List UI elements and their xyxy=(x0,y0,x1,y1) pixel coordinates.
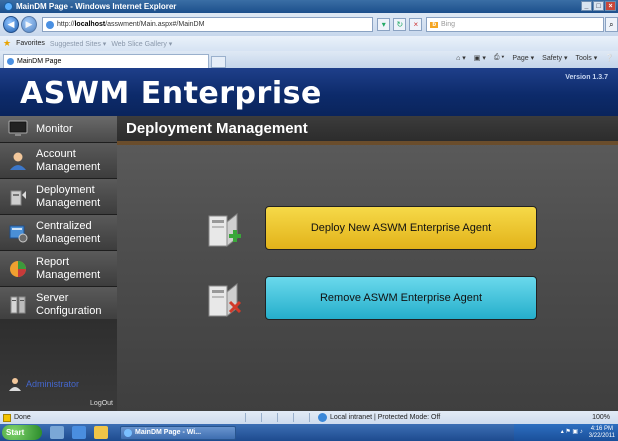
feeds-icon[interactable]: ▣ ▾ xyxy=(474,54,486,62)
logout-link[interactable]: LogOut xyxy=(90,400,113,407)
tray-icons[interactable]: ▴ ⚑ ▣ ♪ xyxy=(561,429,583,436)
status-bar: Done Local intranet | Protected Mode: Of… xyxy=(0,411,618,424)
quick-launch-folder-icon[interactable] xyxy=(94,426,108,439)
suggested-sites-link[interactable]: Suggested Sites ▾ xyxy=(50,40,106,48)
page-icon xyxy=(45,20,54,29)
app-header: ASWM Enterprise Version 1.3.7 xyxy=(0,68,618,116)
forward-button[interactable]: ▶ xyxy=(20,16,37,33)
page-menu[interactable]: Page ▾ xyxy=(512,54,534,62)
sidebar-item-deployment-management[interactable]: Deployment Management xyxy=(0,179,117,215)
ie-logo-icon xyxy=(4,2,13,11)
home-icon[interactable]: ⌂ ▾ xyxy=(456,54,466,62)
navigation-bar: ◀ ▶ http://localhost/asswment/Main.aspx#… xyxy=(0,13,618,36)
status-text: Done xyxy=(14,414,31,421)
server-icon xyxy=(10,296,26,313)
refresh-icon[interactable]: ↻ xyxy=(393,18,407,31)
security-zone[interactable]: Local intranet | Protected Mode: Off xyxy=(318,413,440,422)
back-button[interactable]: ◀ xyxy=(3,16,19,33)
sidebar-item-label: Report Management xyxy=(36,255,101,281)
url-host: localhost xyxy=(74,21,106,28)
search-box[interactable]: b Bing xyxy=(426,17,604,32)
intranet-globe-icon xyxy=(318,413,327,422)
close-icon[interactable]: × xyxy=(605,1,616,11)
favorites-bar: ★ Favorites Suggested Sites ▾ Web Slice … xyxy=(0,36,618,51)
monitor-icon xyxy=(8,120,28,136)
tools-menu[interactable]: Tools ▾ xyxy=(575,54,597,62)
window-title-bar: MainDM Page - Windows Internet Explorer … xyxy=(0,0,618,13)
favorites-button[interactable]: Favorites xyxy=(16,40,45,47)
sidebar-item-report-management[interactable]: Report Management xyxy=(0,251,117,287)
sidebar: Monitor Account Management Deployment Ma… xyxy=(0,116,117,411)
sidebar-item-label: Deployment Management xyxy=(36,183,101,209)
print-icon[interactable]: ⎙ ▾ xyxy=(494,54,505,62)
maximize-icon[interactable]: □ xyxy=(593,1,604,11)
sidebar-item-monitor[interactable]: Monitor xyxy=(0,116,117,143)
deploy-agent-button[interactable]: Deploy New ASWM Enterprise Agent xyxy=(265,206,537,250)
favorites-star-icon: ★ xyxy=(3,38,12,48)
tab-bar: MainDM Page ⌂ ▾ ▣ ▾ ⎙ ▾ Page ▾ Safety ▾ … xyxy=(0,51,618,68)
compat-view-icon[interactable]: ▾ xyxy=(377,18,391,31)
address-tools: ▾ ↻ × xyxy=(377,18,423,31)
web-slice-gallery-link[interactable]: Web Slice Gallery ▾ xyxy=(111,40,172,48)
new-tab-button[interactable] xyxy=(211,56,226,68)
clock-date: 3/22/2011 xyxy=(588,432,615,439)
start-label: Start xyxy=(6,428,25,437)
status-panels xyxy=(245,413,321,422)
bing-logo-icon: b xyxy=(430,21,438,28)
taskbar: Start MainDM Page - Wi... ▴ ⚑ ▣ ♪ 4:16 P… xyxy=(0,424,618,441)
system-tray: ▴ ⚑ ▣ ♪ 4:16 PM 3/22/2011 xyxy=(514,424,618,441)
report-chart-icon xyxy=(10,260,26,277)
sidebar-item-server-configuration[interactable]: Server Configuration xyxy=(0,287,117,323)
start-button[interactable]: Start xyxy=(2,425,42,440)
tab-title: MainDM Page xyxy=(17,58,62,65)
safety-menu[interactable]: Safety ▾ xyxy=(542,54,567,62)
tab-page-icon xyxy=(7,58,14,65)
zoom-level[interactable]: 100% xyxy=(592,414,610,421)
sidebar-item-centralized-management[interactable]: Centralized Management xyxy=(0,215,117,251)
window-title: MainDM Page - Windows Internet Explorer xyxy=(16,2,177,11)
main-panel: Deployment Management Deploy New ASWM En… xyxy=(117,116,618,411)
remove-agent-button[interactable]: Remove ASWM Enterprise Agent xyxy=(265,276,537,320)
sidebar-item-label: Monitor xyxy=(36,122,73,135)
search-icon[interactable]: ⌕ xyxy=(604,17,618,32)
command-bar: ⌂ ▾ ▣ ▾ ⎙ ▾ Page ▾ Safety ▾ Tools ▾ ❔ xyxy=(456,54,614,62)
user-name: Administrator xyxy=(26,379,80,389)
remove-agent-icon xyxy=(208,282,242,318)
app-version: Version 1.3.7 xyxy=(565,74,608,81)
taskbar-item-maindm[interactable]: MainDM Page - Wi... xyxy=(120,425,236,440)
quick-launch-ie-icon[interactable] xyxy=(72,426,86,439)
sidebar-footer: Administrator LogOut xyxy=(0,319,117,411)
help-icon[interactable]: ❔ xyxy=(605,54,614,62)
header-divider xyxy=(117,141,618,145)
tab-maindm[interactable]: MainDM Page xyxy=(3,54,209,68)
account-person-icon xyxy=(10,152,26,170)
stop-icon[interactable]: × xyxy=(409,18,423,31)
main-header: Deployment Management xyxy=(117,116,618,141)
status-warning-icon xyxy=(3,413,11,422)
app-brand: ASWM Enterprise xyxy=(20,76,322,111)
centralized-management-icon xyxy=(9,225,28,242)
search-placeholder: Bing xyxy=(440,21,455,28)
quick-launch-explorer-icon[interactable] xyxy=(50,426,64,439)
minimize-icon[interactable]: _ xyxy=(581,1,592,11)
sidebar-item-account-management[interactable]: Account Management xyxy=(0,143,117,179)
taskbar-ie-icon xyxy=(124,428,132,437)
window-controls: _ □ × xyxy=(581,1,616,11)
address-bar[interactable]: http://localhost/asswment/Main.aspx#/Mai… xyxy=(41,17,374,32)
clock-time: 4:16 PM xyxy=(590,425,614,432)
taskbar-item-label: MainDM Page - Wi... xyxy=(135,429,202,436)
sidebar-item-label: Server Configuration xyxy=(36,291,102,317)
tray-clock[interactable]: 4:16 PM 3/22/2011 xyxy=(589,426,615,440)
sidebar-item-label: Centralized Management xyxy=(36,219,101,245)
sidebar-item-label: Account Management xyxy=(36,147,101,173)
zone-text: Local intranet | Protected Mode: Off xyxy=(330,414,441,421)
page-title: Deployment Management xyxy=(126,120,308,137)
url-prefix: http:// xyxy=(56,21,75,28)
deploy-agent-icon xyxy=(208,212,241,248)
user-avatar-icon xyxy=(9,378,21,391)
url-path: /asswment/Main.aspx#/MainDM xyxy=(105,21,205,28)
current-user: Administrator xyxy=(8,377,79,391)
deployment-computer-icon xyxy=(10,190,26,205)
